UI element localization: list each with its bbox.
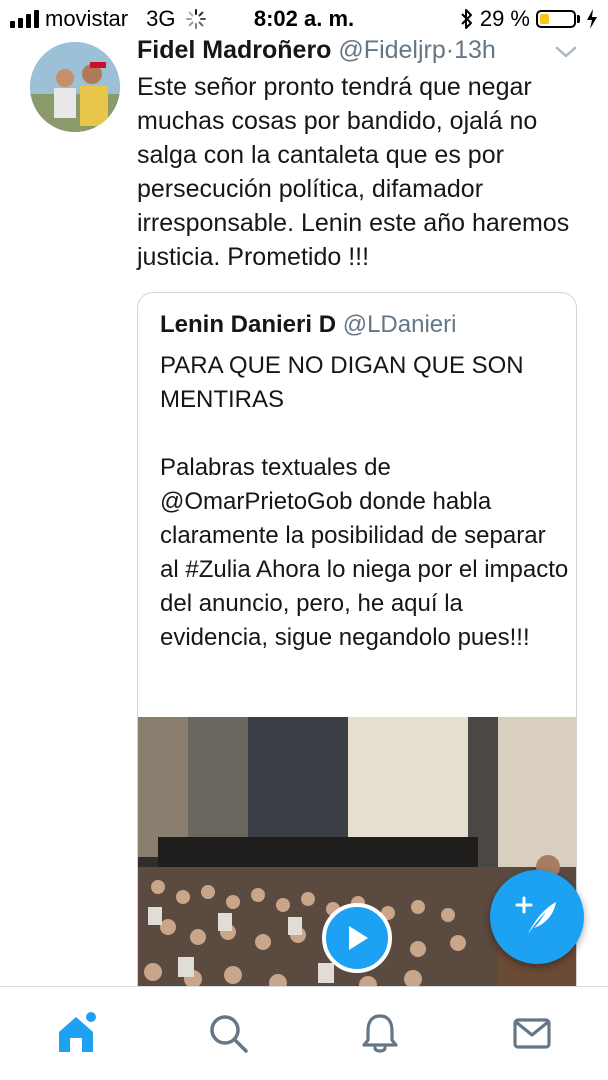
bluetooth-icon xyxy=(461,9,472,29)
play-icon xyxy=(349,926,368,950)
notifications-bell-icon xyxy=(362,1014,398,1053)
battery-tip xyxy=(577,15,580,23)
home-icon xyxy=(59,1012,96,1052)
charging-bolt-icon xyxy=(587,9,597,29)
tweet-time: 13h xyxy=(454,36,496,64)
battery-percent: 29 % xyxy=(479,6,530,31)
tab-home[interactable] xyxy=(52,1009,100,1057)
bottom-tab-bar xyxy=(0,986,608,1080)
battery-icon xyxy=(536,10,576,28)
tab-notifications[interactable] xyxy=(356,1009,404,1057)
video-thumbnail[interactable] xyxy=(138,717,576,1011)
search-icon xyxy=(210,1015,248,1053)
quoted-author-name: Lenin Danieri D xyxy=(160,311,337,338)
author-handle[interactable]: @Fideljrp xyxy=(338,36,445,64)
quoted-tweet-header: Lenin Danieri D @LDanieri xyxy=(160,311,456,339)
quoted-author-handle: @LDanieri xyxy=(342,311,457,338)
compose-tweet-icon xyxy=(515,896,556,934)
activity-spinner-icon xyxy=(186,9,207,29)
messages-envelope-icon xyxy=(513,1018,551,1049)
quoted-paragraph-2: Palabras textuales de @OmarPrietoGob don… xyxy=(160,454,569,651)
avatar-photo xyxy=(30,42,120,132)
tweet-text: Este señor pronto tendrá que negar mucha… xyxy=(137,73,570,271)
tab-search[interactable] xyxy=(204,1009,252,1057)
network-type: 3G xyxy=(146,6,176,31)
play-button[interactable] xyxy=(322,903,392,973)
quoted-paragraph-1: PARA QUE NO DIGAN QUE SON MENTIRAS xyxy=(160,352,524,413)
author-name[interactable]: Fidel Madroñero xyxy=(137,36,331,64)
tweet-header: Fidel Madroñero @Fideljrp·13h xyxy=(137,36,496,65)
signal-bars-icon xyxy=(10,10,39,28)
carrier-name: movistar xyxy=(45,6,129,31)
quoted-tweet-text: PARA QUE NO DIGAN QUE SON MENTIRAS Palab… xyxy=(160,349,570,655)
battery-level-fill xyxy=(540,14,549,24)
compose-tweet-button[interactable] xyxy=(490,870,584,964)
tab-messages[interactable] xyxy=(508,1009,556,1057)
status-bar: movistar 3G 8:02 a. m. 29 % xyxy=(0,0,608,38)
chevron-down-icon[interactable] xyxy=(554,42,578,62)
status-right: 29 % xyxy=(460,4,598,34)
header-separator: · xyxy=(445,36,455,64)
status-left: movistar 3G xyxy=(10,4,207,34)
avatar[interactable] xyxy=(30,42,120,132)
